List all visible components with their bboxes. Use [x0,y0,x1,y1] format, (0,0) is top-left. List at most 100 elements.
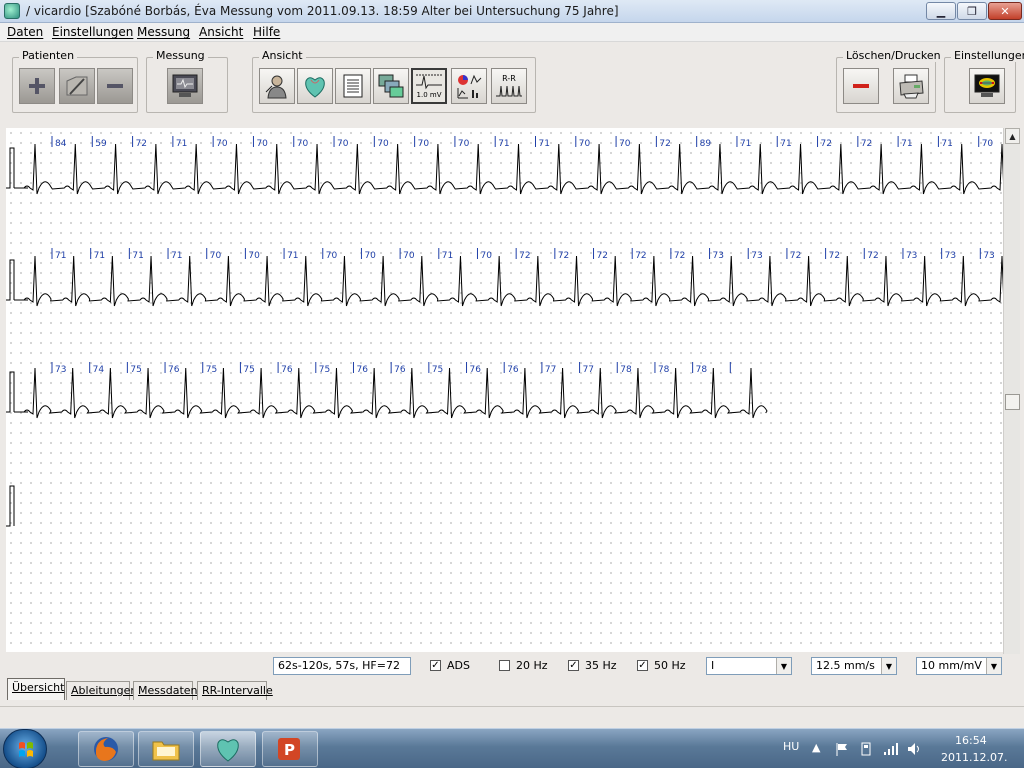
ads-checkbox[interactable]: ✓ [430,660,441,671]
hz20-checkbox[interactable] [499,660,510,671]
hz50-label: 50 Hz [654,659,686,672]
heart-rate-label: 71 [498,139,509,149]
tab-ableitungen[interactable]: Ableitungen [66,681,137,700]
gain-select[interactable]: 10 mm/mV ▼ [916,657,1002,675]
firefox-icon [94,737,118,761]
network-icon[interactable] [882,741,900,757]
remove-patient-button[interactable] [97,68,133,104]
heart-rate-label: 70 [982,139,994,149]
heart-rate-label: 73 [713,251,724,261]
svg-text:P: P [284,741,295,759]
messung-group: Messung [146,49,228,113]
add-patient-button[interactable] [19,68,55,104]
chevron-down-icon[interactable]: ▼ [881,658,896,674]
heart-rate-label: 72 [829,251,840,261]
lead-select[interactable]: I ▼ [706,657,792,675]
monitor-settings-icon [974,74,1000,97]
menu-einstellungen[interactable]: Einstellungen [52,25,133,39]
print-button[interactable] [893,68,929,104]
heart-rate-label: 70 [248,251,260,261]
heart-rate-label: 70 [216,139,228,149]
taskbar-powerpoint[interactable]: P [262,731,318,767]
action-center-flag-icon[interactable] [834,741,850,757]
heart-rate-label: 71 [171,251,182,261]
heart-view-button[interactable] [297,68,333,104]
heart-rate-label: 76 [168,365,180,375]
edit-patient-button[interactable] [59,68,95,104]
new-measurement-button[interactable] [167,68,203,104]
chevron-down-icon[interactable]: ▼ [986,658,1001,674]
view-tabs: Übersicht Ableitungen Messdaten RR-Inter… [0,678,1024,702]
patienten-group: Patienten [12,49,138,113]
statistics-view-button[interactable] [451,68,487,104]
scale-view-button[interactable]: 1.0 mV [411,68,447,104]
rr-label: R-R [502,73,516,83]
taskbar-firefox[interactable] [78,731,134,767]
heart-rate-label: 72 [597,251,608,261]
speed-value: 12.5 mm/s [816,659,875,672]
calibration-pulse [6,485,15,527]
heart-rate-label: 73 [751,251,762,261]
heart-rate-label: 70 [403,251,415,261]
heart-rate-label: 76 [507,365,519,375]
heart-rate-label: 76 [356,365,368,375]
tab-messdaten[interactable]: Messdaten [133,681,198,700]
lead-value: I [711,659,715,672]
patient-view-button[interactable] [259,68,295,104]
heart-rate-label: 70 [364,251,376,261]
menu-bar: Daten Einstellungen Messung Ansicht Hilf… [0,23,1024,42]
device-icon[interactable] [858,741,874,757]
heart-icon [217,739,239,762]
heart-rate-label: 72 [674,251,685,261]
heart-rate-label: 71 [287,251,298,261]
hz35-checkbox[interactable]: ✓ [568,660,579,671]
heart-rate-label: 72 [635,251,646,261]
scroll-up-arrow-icon[interactable]: ▲ [1005,128,1020,144]
minimize-button[interactable]: ▁ [926,2,956,20]
taskbar-explorer[interactable] [138,731,194,767]
messung-label: Messung [153,49,208,62]
heart-rate-label: 70 [418,139,430,149]
printer-icon [899,74,924,99]
ecg-trace [14,367,768,419]
taskbar-vicardio[interactable] [200,731,256,767]
clock-date[interactable]: 2011.12.07. [941,751,1007,764]
language-indicator[interactable]: HU [783,740,799,753]
close-button[interactable]: ✕ [988,2,1022,20]
heart-rate-label: 76 [470,365,482,375]
ecg-display[interactable]: 84 59 72 71 70 70 70 70 70 70 70 71 71 70 70 72 89 71 71 72… [6,128,1003,652]
vertical-scrollbar[interactable]: ▲ ▼ [1003,128,1020,676]
maximize-button[interactable]: ❐ [957,2,987,20]
show-hidden-icons-icon[interactable]: ▲ [812,741,820,754]
ads-label: ADS [447,659,470,672]
heart-rate-label: 72 [790,251,801,261]
delete-button[interactable] [843,68,879,104]
display-controls: 62s-120s, 57s, HF=72 ✓ ADS 20 Hz ✓ 35 Hz… [0,654,1024,678]
menu-messung[interactable]: Messung [137,25,190,39]
hz50-checkbox[interactable]: ✓ [637,660,648,671]
speed-select[interactable]: 12.5 mm/s ▼ [811,657,897,675]
scroll-thumb[interactable] [1005,394,1020,410]
tab-rr-intervalle[interactable]: RR-Intervalle [197,681,273,700]
settings-button[interactable] [969,68,1005,104]
heart-icon [305,77,325,98]
report-view-button[interactable] [335,68,371,104]
heart-rate-label: 78 [658,365,670,375]
check-icon: ✓ [431,660,440,671]
clock-time[interactable]: 16:54 [955,734,987,747]
menu-daten[interactable]: Daten [7,25,43,39]
menu-hilfe[interactable]: Hilfe [253,25,280,39]
heart-rate-label: 70 [210,251,222,261]
start-button[interactable] [3,729,47,768]
menu-ansicht[interactable]: Ansicht [199,25,243,39]
rr-wave-icon [496,85,522,96]
chevron-down-icon[interactable]: ▼ [776,658,791,674]
rr-view-button[interactable]: R-R [491,68,527,104]
heart-rate-label: 72 [558,251,569,261]
tab-uebersicht[interactable]: Übersicht [7,678,65,700]
loeschen-drucken-group: Löschen/Drucken [836,49,944,113]
ecg-wave-icon [416,74,442,90]
multi-view-button[interactable] [373,68,409,104]
volume-icon[interactable] [906,741,924,757]
edit-pen-icon [66,76,88,96]
